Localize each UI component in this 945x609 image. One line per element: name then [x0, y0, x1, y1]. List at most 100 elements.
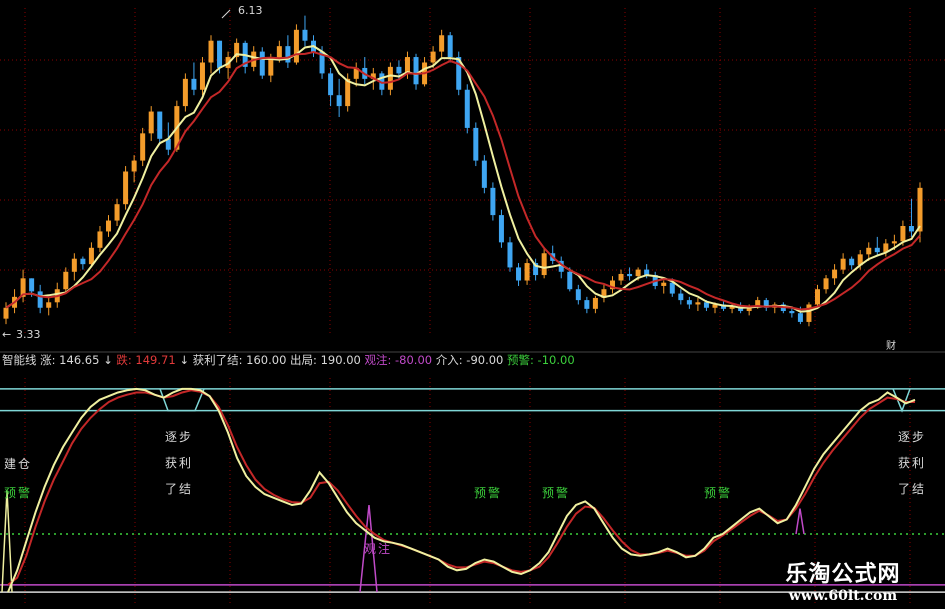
candles [3, 15, 923, 327]
indicator-markers: 建仓预警 逐步获利了结观注 预警 预警 预警 逐步获利了结 [4, 430, 926, 556]
candle-body [669, 282, 675, 294]
candle-body [797, 313, 803, 322]
candle-body [396, 66, 402, 74]
candle-body [88, 247, 94, 265]
candle-body [140, 133, 146, 161]
header-item: 介入: -90.00 [432, 353, 503, 367]
candle-body [481, 160, 487, 188]
candle-body [106, 220, 112, 232]
candle-body [148, 111, 154, 134]
price-grid [0, 8, 945, 335]
candle-body [157, 111, 163, 139]
finance-mark: 财 [886, 339, 896, 352]
header-item: 出局: 190.00 [286, 353, 360, 367]
candle-body [430, 51, 436, 63]
candle-body [678, 293, 684, 301]
candle-body [71, 258, 77, 272]
candle-body [413, 57, 419, 85]
signal-label: 逐步 [898, 430, 926, 444]
low-arrow: ← [2, 328, 11, 341]
candle-body [840, 258, 846, 270]
candle-body [336, 95, 342, 107]
header-item: 跌: [113, 353, 132, 367]
header-item: 获利了结: 160.00 [189, 353, 286, 367]
candle-body [387, 66, 393, 90]
header-item: 149.71 [132, 353, 176, 367]
candle-body [285, 46, 291, 63]
watermark: 乐淘公式网 www.60lt.com [768, 556, 918, 606]
candle-body [592, 297, 598, 309]
header-item: ↓ [99, 353, 112, 367]
candle-body [516, 267, 522, 281]
candle-body [541, 253, 547, 276]
candle-body [447, 35, 453, 58]
candle-body [276, 46, 282, 59]
candle-body [490, 187, 496, 216]
signal-label: 获利 [165, 456, 193, 470]
candle-body [849, 258, 855, 266]
candle-body [866, 247, 872, 255]
signal-label: 了结 [165, 482, 193, 496]
candle-body [404, 57, 410, 74]
watermark-name: 乐淘公式网 [785, 562, 901, 587]
candle-body [575, 289, 581, 301]
watermark-url: www.60lt.com [788, 588, 898, 604]
candle-body [191, 78, 197, 90]
candle-body [635, 269, 641, 277]
candle-body [823, 278, 829, 290]
candle-body [686, 300, 692, 305]
candle-body [199, 62, 205, 90]
candle-body [259, 51, 265, 76]
indicator-header: 智能线 涨: 146.65 ↓ 跌: 149.71 ↓ 获利了结: 160.00… [2, 353, 575, 367]
candle-body [814, 289, 820, 305]
candle-body [618, 273, 624, 281]
candle-body [661, 282, 667, 286]
candle-body [832, 269, 838, 279]
signal-label: 预警 [704, 485, 732, 500]
ma-slow-line [5, 50, 921, 311]
header-item: ↓ [176, 353, 189, 367]
candle-body [703, 302, 709, 308]
header-item: 观注: -80.00 [361, 353, 432, 367]
candle-body [789, 311, 795, 314]
candle-body [900, 226, 906, 242]
candle-body [293, 29, 299, 63]
high-label-pointer [221, 9, 231, 19]
candle-body [97, 231, 103, 248]
candle-body [37, 291, 43, 308]
candle-body [345, 78, 351, 107]
ma-fast-line [5, 45, 921, 313]
candle-body [464, 89, 470, 128]
candle-body [498, 215, 504, 243]
candle-body [182, 78, 188, 107]
candle-body [874, 247, 880, 253]
stock-chart: 6.13 ← 3.33 财 智能线 涨: 146.65 ↓ 跌: 149.71 … [0, 4, 945, 603]
candle-body [627, 273, 633, 277]
signal-label: 预警 [542, 485, 570, 500]
candle-body [29, 278, 35, 292]
high-price-label: 6.13 [238, 4, 263, 17]
candle-body [208, 40, 214, 63]
signal-label: 预警 [474, 485, 502, 500]
candle-body [302, 29, 308, 41]
candle-body [473, 127, 479, 161]
signal-label: 观注 [364, 541, 392, 556]
candle-body [328, 73, 334, 96]
candle-body [806, 304, 812, 322]
candle-body [524, 263, 530, 281]
header-item: 涨: 146.65 [37, 353, 100, 367]
header-item: 智能线 [2, 353, 37, 367]
candle-body [908, 226, 914, 232]
signal-label: 预警 [4, 485, 32, 500]
candle-body [439, 35, 445, 52]
candle-body [3, 307, 9, 319]
candle-body [917, 187, 923, 232]
header-item: 预警: -10.00 [503, 353, 574, 367]
candle-body [114, 204, 120, 221]
signal-label: 获利 [898, 456, 926, 470]
build-position-spike [1, 490, 13, 593]
candle-body [131, 160, 137, 172]
candle-body [46, 302, 52, 308]
candle-body [695, 302, 701, 305]
signal-label: 逐步 [165, 430, 193, 444]
